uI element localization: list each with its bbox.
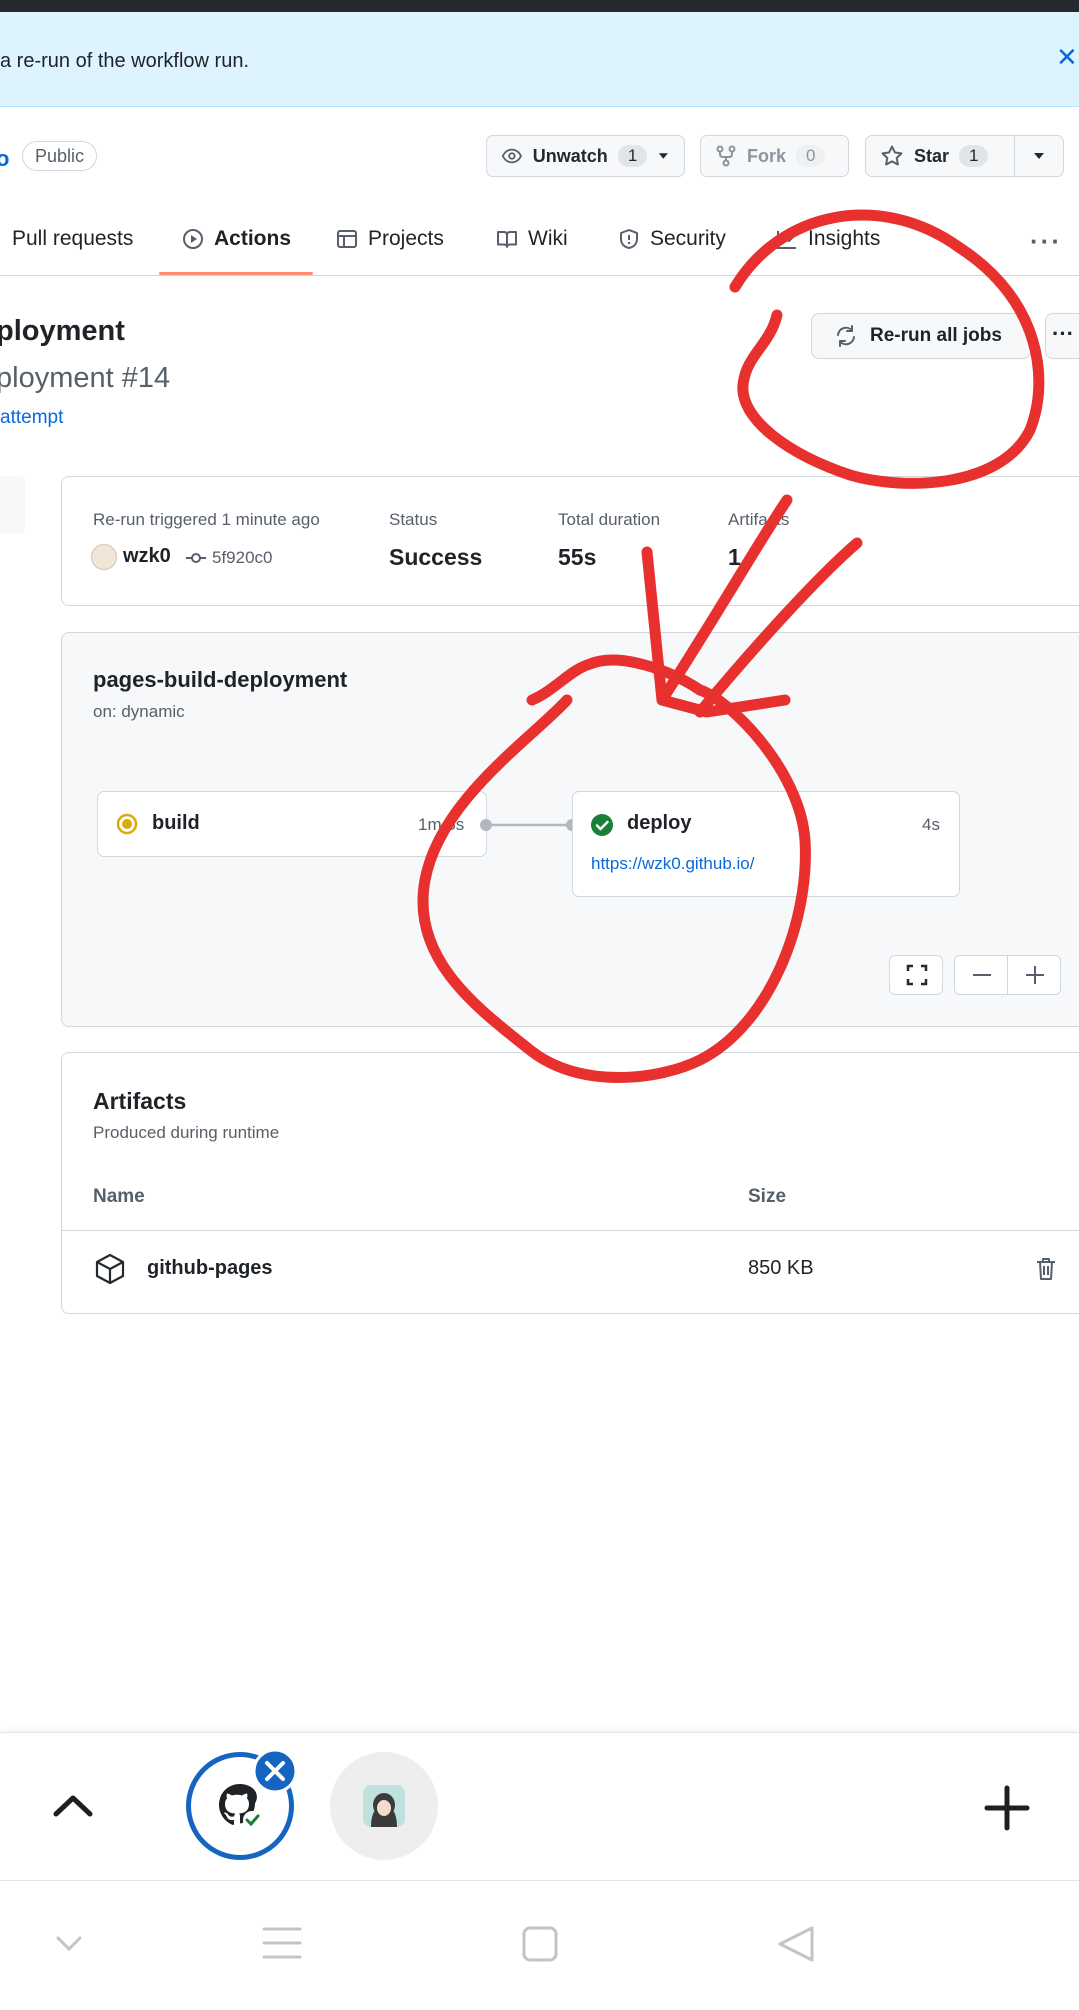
annotation-circle-deploy [417,654,811,1083]
annotation-overlay [417,209,1045,1083]
annotation-arrow-line-2 [694,537,863,718]
annotation-circle-rerun [729,209,1045,489]
annotation-arrow-line-1 [656,494,793,706]
